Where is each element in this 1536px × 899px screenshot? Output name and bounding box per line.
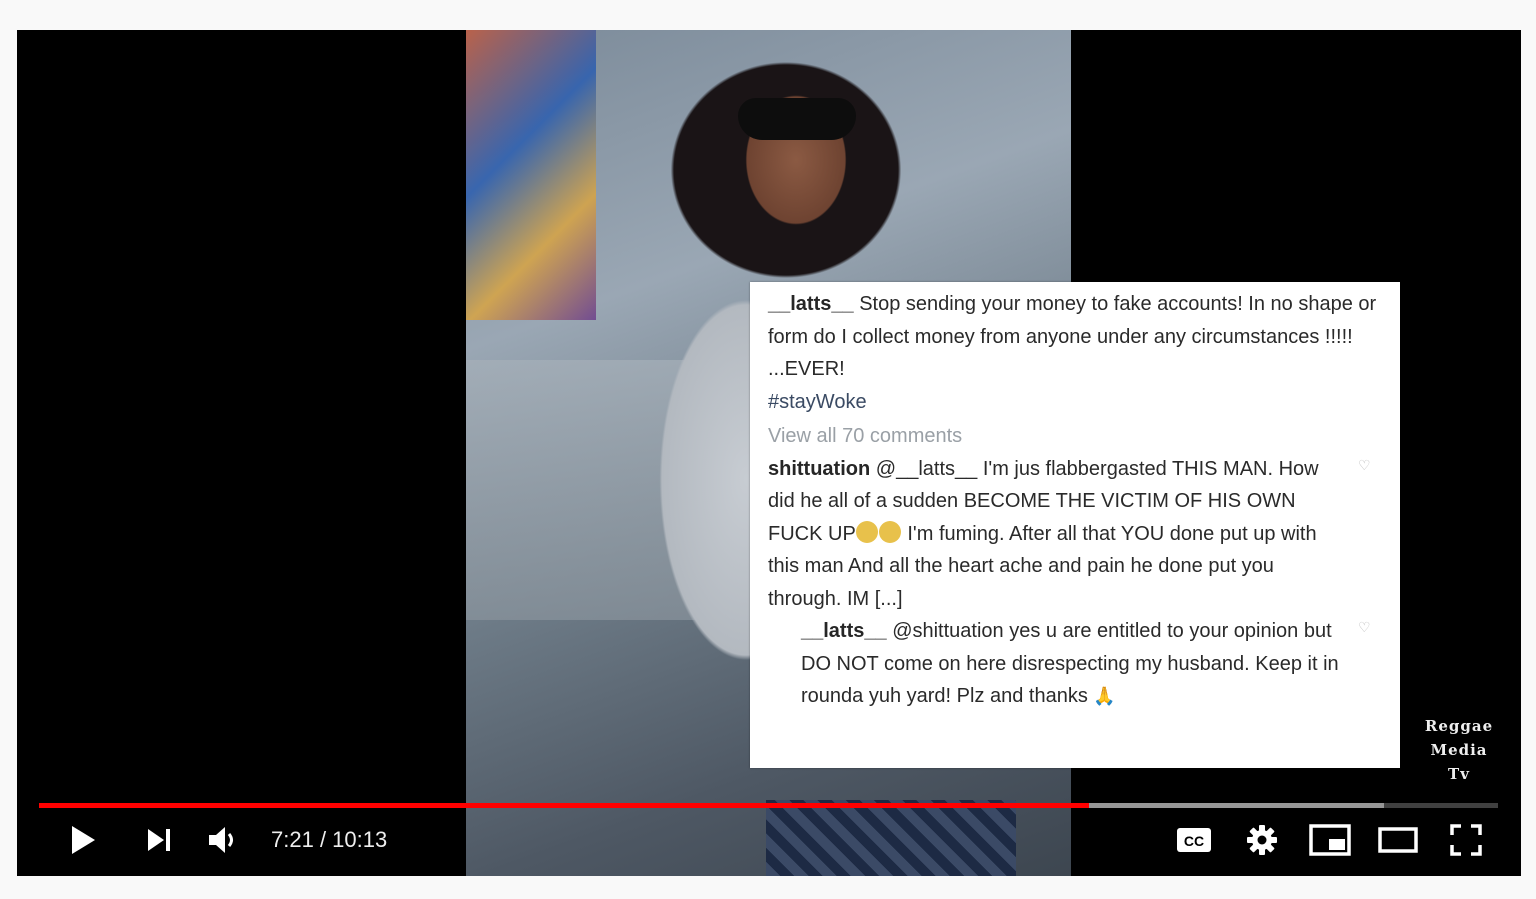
view-all-comments: View all 70 comments	[768, 425, 963, 447]
watermark-line: Media	[1430, 741, 1488, 759]
emoji-icon	[878, 520, 901, 543]
miniplayer-icon	[1309, 824, 1351, 856]
play-button[interactable]	[61, 816, 105, 864]
sunglasses	[738, 98, 856, 140]
settings-button[interactable]	[1239, 816, 1285, 864]
video-player[interactable]: __latts__ Stop sending your money to fak…	[17, 30, 1521, 876]
control-bar: 7:21 / 10:13 CC	[17, 816, 1521, 864]
graffiti-wall	[466, 30, 596, 320]
comment-mention: @__latts__	[875, 457, 978, 480]
heart-icon: ♡	[1358, 456, 1371, 473]
caption-text: Stop sending your money to fake accounts…	[768, 293, 1377, 380]
progress-bar[interactable]	[39, 803, 1498, 808]
caption-username: __latts__	[768, 293, 854, 315]
emoji-icon	[855, 520, 878, 543]
miniplayer-button[interactable]	[1307, 816, 1353, 864]
reply-mention: @shittuation	[892, 620, 1004, 642]
captions-button[interactable]: CC	[1171, 816, 1217, 864]
time-separator: /	[313, 827, 333, 852]
reply-username: __latts__	[801, 620, 887, 642]
theater-icon	[1378, 827, 1418, 853]
next-icon	[146, 828, 172, 852]
fullscreen-icon	[1450, 824, 1482, 856]
comment-username: shittuation	[768, 457, 871, 480]
played-bar	[39, 803, 1089, 808]
gear-icon	[1246, 824, 1278, 856]
watermark-line: Reggae	[1424, 717, 1494, 735]
watermark-line: Tv	[1448, 765, 1470, 783]
hashtag: #stayWoke	[768, 390, 867, 413]
captions-icon: CC	[1176, 826, 1212, 854]
theater-button[interactable]	[1375, 816, 1421, 864]
instagram-comment-screenshot: __latts__ Stop sending your money to fak…	[750, 282, 1400, 768]
current-time: 7:21	[271, 827, 314, 852]
mute-button[interactable]	[201, 816, 245, 864]
comment: ♡ shittuation @__latts__ I'm jus flabber…	[768, 453, 1400, 616]
next-button[interactable]	[137, 816, 181, 864]
play-icon	[69, 825, 97, 855]
channel-watermark[interactable]: Reggae Media Tv	[1419, 714, 1499, 786]
comment-reply: ♡ __latts__ @shittuation yes u are entit…	[801, 615, 1400, 713]
total-time: 10:13	[332, 827, 388, 852]
caption: __latts__ Stop sending your money to fak…	[768, 288, 1400, 386]
time-display: 7:21 / 10:13	[271, 816, 387, 864]
fullscreen-button[interactable]	[1443, 816, 1489, 864]
volume-icon	[208, 826, 238, 854]
heart-icon: ♡	[1358, 619, 1371, 635]
svg-text:CC: CC	[1184, 833, 1204, 849]
praying-hands-icon: 🙏	[1093, 686, 1116, 706]
